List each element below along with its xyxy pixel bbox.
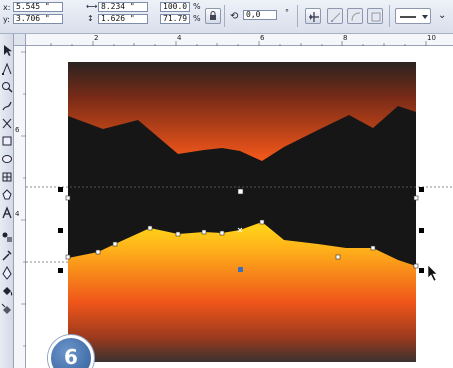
eyedropper-icon [2,250,12,261]
y-label: y: [3,15,10,24]
v-ruler-tick: 4 [15,210,20,218]
freehand-tool[interactable] [1,98,13,112]
horizontal-ruler[interactable]: 2 4 6 8 10 [26,34,453,46]
shape-icon [2,62,12,75]
ellipse-icon [2,155,12,163]
interactive-fill-tool[interactable] [1,302,13,316]
scale-y-unit: % [193,14,201,23]
outline-width-dropdown[interactable] [395,8,431,24]
rectangle-icon [2,136,12,146]
corel-draw-window: x: 5.545 " y: 3.706 " ⟷ 8.234 " ↕ 1.626 … [0,0,453,368]
x-position-field[interactable]: 5.545 " [13,2,63,12]
fill-tool[interactable] [1,284,13,298]
vertical-ruler[interactable]: 6 4 [14,46,26,368]
outline-tool[interactable] [1,266,13,280]
interactive-fill-icon [1,303,11,314]
mirror-button[interactable] [305,8,321,24]
h-ruler-tick: 8 [343,34,348,42]
rectangle-tool[interactable] [1,134,13,148]
rotation-unit: ° [285,8,289,17]
height-field[interactable]: 1.626 " [98,14,148,24]
paint-bucket-icon [3,287,13,296]
ruler-corner[interactable] [14,34,26,46]
interactive-blend-tool[interactable] [1,230,13,244]
shape-tool[interactable] [1,62,13,76]
pencil-icon [2,101,12,111]
scale-x-unit: % [193,2,201,11]
toolbox [0,34,14,368]
node-marker[interactable] [238,267,243,272]
y-position-field[interactable]: 3.706 " [13,14,63,24]
arrow-icon [4,45,12,56]
h-ruler-tick: 2 [94,34,99,42]
h-ruler-tick: 6 [260,34,265,42]
basic-shapes-tool[interactable] [1,188,13,202]
pen-nib-icon [2,266,12,280]
lock-ratio-button[interactable] [205,8,221,24]
h-ruler-tick: 4 [177,34,182,42]
node-icon [331,12,341,22]
smart-fill-tool[interactable] [1,116,13,130]
x-label: x: [3,3,11,12]
ellipse-tool[interactable] [1,152,13,166]
scale-y-field[interactable]: 71.79 [160,14,190,24]
eyedropper-tool[interactable] [1,248,13,262]
break-icon [371,12,381,22]
mirror-icon [309,12,319,22]
curve-tool-button[interactable] [347,8,363,24]
blend-icon [2,232,12,242]
pick-tool[interactable] [1,44,13,58]
line-style-icon [400,15,428,19]
sunset-artwork[interactable] [26,46,453,368]
smart-drawing-icon [2,118,12,129]
text-icon [2,206,12,219]
zoom-tool[interactable] [1,80,13,94]
magnifier-icon [2,82,13,93]
grid-icon [2,172,12,182]
rotation-field[interactable]: 0,0 [243,10,277,20]
lock-icon [210,11,216,20]
scale-x-field[interactable]: 100.0 [160,2,190,12]
v-ruler-tick: 6 [15,126,20,134]
height-icon: ↕ [87,14,94,23]
rotation-icon: ⟲ [230,11,239,22]
more-options-icon[interactable]: ⌄ [438,10,446,21]
mouse-cursor-icon [427,264,438,282]
text-tool[interactable] [1,206,13,220]
graph-paper-tool[interactable] [1,170,13,184]
h-ruler-tick: 10 [427,34,436,42]
node-tool-button[interactable] [327,8,343,24]
curve-icon [351,12,361,22]
polygon-icon [2,189,12,200]
drawing-canvas[interactable] [26,46,453,368]
break-tool-button[interactable] [367,8,383,24]
property-bar: x: 5.545 " y: 3.706 " ⟷ 8.234 " ↕ 1.626 … [0,0,453,34]
width-field[interactable]: 8.234 " [98,2,148,12]
width-icon: ⟷ [86,2,98,11]
